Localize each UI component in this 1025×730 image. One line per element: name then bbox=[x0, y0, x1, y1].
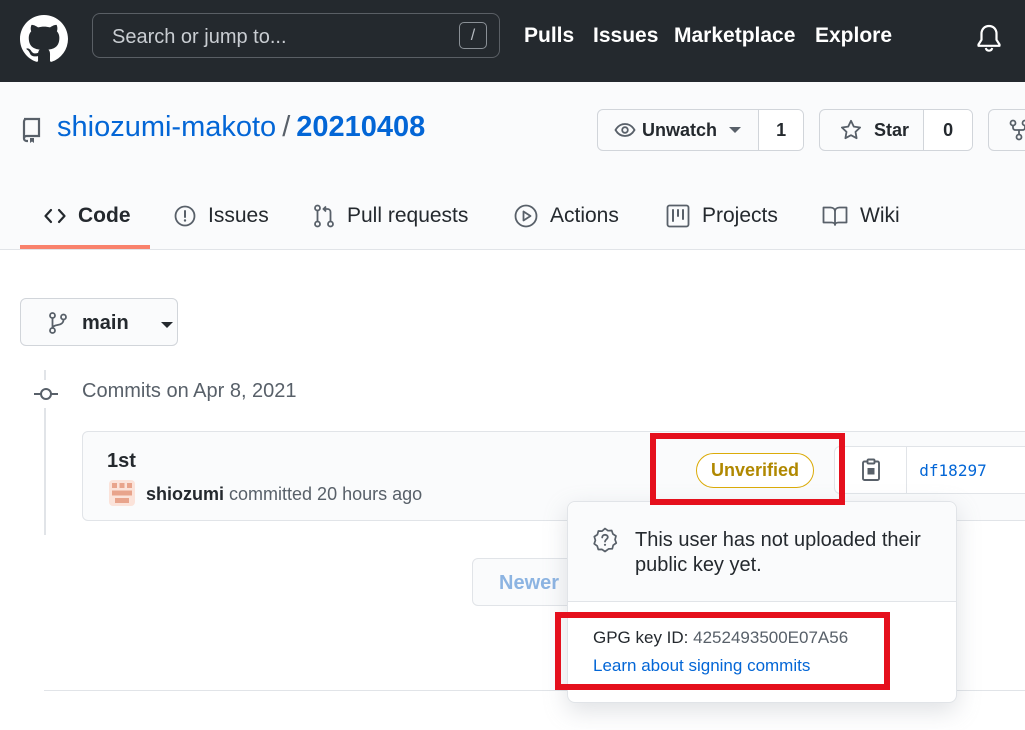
tab-pull-requests-label: Pull requests bbox=[347, 204, 469, 227]
branch-select-button[interactable]: main bbox=[20, 298, 178, 346]
repo-separator: / bbox=[282, 111, 291, 143]
tab-wiki[interactable]: Wiki bbox=[822, 182, 900, 250]
commit-author-link[interactable]: shiozumi bbox=[146, 484, 224, 504]
github-logo-icon[interactable] bbox=[20, 15, 68, 63]
nav-pulls[interactable]: Pulls bbox=[524, 24, 574, 48]
repo-title: shiozumi-makoto/20210408 bbox=[57, 111, 425, 144]
fork-icon bbox=[1009, 119, 1025, 141]
watch-button-group: Unwatch 1 bbox=[597, 109, 804, 151]
tab-issues[interactable]: Issues bbox=[174, 182, 269, 250]
tab-code-label: Code bbox=[78, 204, 131, 227]
tab-code[interactable]: Code bbox=[44, 182, 131, 250]
tab-issues-label: Issues bbox=[208, 204, 269, 227]
popover-header: This user has not uploaded their public … bbox=[568, 502, 956, 602]
git-commit-icon bbox=[31, 380, 61, 408]
tab-projects[interactable]: Projects bbox=[666, 182, 778, 250]
book-icon bbox=[822, 206, 848, 226]
clipboard-icon bbox=[861, 458, 880, 481]
unwatch-label: Unwatch bbox=[642, 119, 718, 140]
bell-icon[interactable] bbox=[975, 23, 1003, 53]
commit-meta: shiozumi committed 20 hours ago bbox=[146, 484, 422, 505]
search-input[interactable]: Search or jump to... / bbox=[92, 13, 500, 58]
highlight-box-badge bbox=[650, 433, 845, 505]
tab-actions-label: Actions bbox=[550, 204, 619, 227]
nav-issues[interactable]: Issues bbox=[593, 24, 658, 48]
repo-icon bbox=[22, 117, 41, 143]
commits-date-heading: Commits on Apr 8, 2021 bbox=[82, 380, 297, 402]
selected-tab-indicator bbox=[20, 245, 150, 249]
eye-icon bbox=[614, 123, 636, 137]
tab-pull-requests[interactable]: Pull requests bbox=[313, 182, 468, 250]
star-button[interactable]: Star bbox=[820, 110, 925, 150]
repo-header: shiozumi-makoto/20210408 Unwatch 1 Star … bbox=[0, 82, 1025, 250]
caret-down-icon bbox=[729, 127, 742, 133]
global-header: Search or jump to... / Pulls Issues Mark… bbox=[0, 0, 1025, 82]
fork-button-group[interactable] bbox=[988, 109, 1025, 151]
project-icon bbox=[666, 204, 690, 228]
git-branch-icon bbox=[49, 312, 67, 334]
tab-actions[interactable]: Actions bbox=[514, 182, 619, 250]
copy-sha-button[interactable] bbox=[835, 447, 907, 493]
popover-message: This user has not uploaded their public … bbox=[635, 529, 921, 576]
commit-sha-group: df18297 bbox=[834, 446, 1025, 494]
newer-button[interactable]: Newer bbox=[472, 558, 582, 606]
pull-request-icon bbox=[314, 204, 334, 228]
star-count[interactable]: 0 bbox=[924, 110, 972, 150]
branch-name: main bbox=[82, 312, 129, 334]
commit-message-link[interactable]: 1st bbox=[107, 450, 136, 473]
nav-explore[interactable]: Explore bbox=[815, 24, 892, 48]
star-button-group: Star 0 bbox=[819, 109, 973, 151]
avatar[interactable] bbox=[109, 480, 135, 506]
star-icon bbox=[841, 119, 861, 140]
repo-name-link[interactable]: 20210408 bbox=[296, 111, 425, 143]
issue-icon bbox=[174, 205, 196, 227]
repo-owner-link[interactable]: shiozumi-makoto bbox=[57, 111, 276, 143]
highlight-box-gpg bbox=[555, 612, 890, 690]
play-icon bbox=[514, 204, 538, 228]
commit-sha-link[interactable]: df18297 bbox=[907, 447, 1025, 493]
commit-time: committed 20 hours ago bbox=[229, 484, 423, 504]
watch-count[interactable]: 1 bbox=[759, 110, 803, 150]
star-label: Star bbox=[874, 119, 910, 140]
search-placeholder: Search or jump to... bbox=[112, 26, 287, 48]
tab-wiki-label: Wiki bbox=[860, 204, 900, 227]
caret-down-icon bbox=[161, 322, 173, 328]
nav-marketplace[interactable]: Marketplace bbox=[674, 24, 795, 48]
question-icon bbox=[593, 527, 618, 553]
search-shortcut-key: / bbox=[459, 22, 487, 49]
unwatch-button[interactable]: Unwatch bbox=[598, 110, 760, 150]
code-icon bbox=[44, 208, 66, 224]
tab-projects-label: Projects bbox=[702, 204, 778, 227]
